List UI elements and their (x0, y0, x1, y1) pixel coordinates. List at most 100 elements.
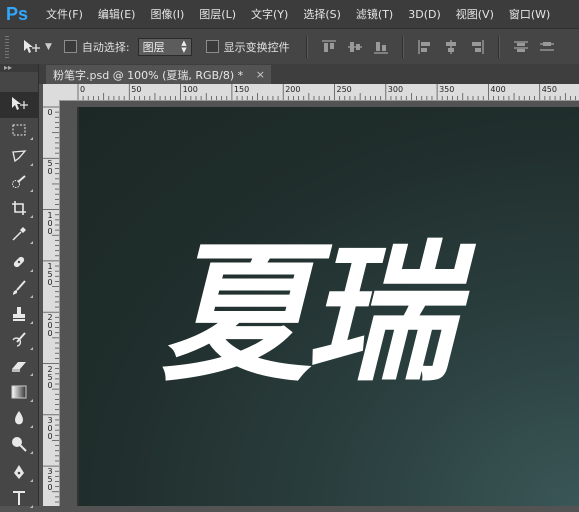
menu-filter[interactable]: 滤镜(T) (356, 6, 393, 22)
document-tab[interactable]: 粉笔字.psd @ 100% (夏瑞, RGB/8) * × (46, 65, 271, 84)
move-tool-preset-icon[interactable] (21, 38, 41, 56)
menu-layer[interactable]: 图层(L) (199, 6, 236, 22)
tool-pen[interactable] (0, 460, 38, 486)
tool-eraser[interactable] (0, 354, 38, 380)
align-left-icon[interactable] (418, 39, 432, 54)
ruler-label: 300 (387, 85, 404, 94)
tool-crop[interactable] (0, 196, 38, 222)
tool-lasso[interactable] (0, 144, 38, 170)
ruler-corner[interactable] (43, 84, 60, 101)
brush-icon (11, 279, 27, 299)
menu-image[interactable]: 图像(I) (150, 6, 184, 22)
menu-3d[interactable]: 3D(D) (408, 8, 441, 21)
tool-eyedropper[interactable] (0, 222, 38, 248)
dodge-icon (11, 436, 27, 455)
tools-panel-header[interactable]: ▸▸ (0, 64, 38, 72)
menu-type[interactable]: 文字(Y) (251, 6, 288, 22)
submenu-triangle (30, 241, 33, 244)
submenu-triangle (30, 137, 33, 140)
close-icon[interactable]: × (256, 68, 265, 81)
show-transform-checkbox[interactable] (205, 40, 219, 53)
move-tool-icon (10, 96, 28, 115)
submenu-triangle (30, 425, 33, 428)
distribute-top-icon[interactable] (513, 40, 528, 54)
tool-preset-caret-icon[interactable]: ▼ (45, 42, 52, 52)
options-separator (401, 35, 404, 58)
options-grip[interactable] (5, 35, 9, 58)
align-hcenter-icon[interactable] (444, 39, 458, 54)
tool-stamp[interactable] (0, 302, 38, 328)
options-separator (305, 35, 308, 58)
submenu-triangle (30, 269, 33, 272)
ruler-label: 400 (490, 85, 506, 94)
ruler-label: 350 (47, 467, 53, 493)
ruler-label: 50 (47, 159, 53, 177)
ruler-label: 300 (47, 415, 53, 441)
tool-dodge[interactable] (0, 432, 38, 458)
ruler-label: 0 (47, 108, 53, 117)
submenu-triangle (30, 347, 33, 350)
tool-move[interactable] (0, 92, 38, 118)
ruler-label: 150 (47, 261, 53, 287)
menu-bar: Ps 文件(F) 编辑(E) 图像(I) 图层(L) 文字(Y) 选择(S) 滤… (0, 0, 579, 28)
auto-select-dropdown[interactable]: 图层 ▲ ▼ (137, 37, 192, 56)
tool-blur[interactable] (0, 406, 38, 432)
pen-icon (11, 464, 27, 483)
lasso-icon (11, 149, 27, 166)
canvas-edge (77, 107, 79, 506)
ruler-label: 350 (439, 85, 455, 94)
vertical-ruler[interactable]: 0 50 100 150 200 250 300 350 (43, 100, 60, 506)
gradient-icon (11, 385, 27, 402)
align-right-icon[interactable] (470, 39, 484, 54)
align-top-icon[interactable] (321, 40, 336, 54)
ruler-label: 100 (47, 210, 53, 236)
menu-view[interactable]: 视图(V) (456, 6, 494, 22)
ruler-label: 100 (182, 85, 198, 94)
menu-edit[interactable]: 编辑(E) (98, 6, 136, 22)
eyedropper-icon (11, 226, 27, 245)
eraser-icon (11, 359, 27, 376)
marquee-icon (12, 124, 26, 139)
blur-icon (12, 410, 26, 429)
tool-type[interactable] (0, 486, 38, 512)
show-transform-label: 显示变换控件 (223, 40, 290, 54)
distribute-vcenter-icon[interactable] (539, 40, 554, 54)
history-brush-icon (11, 331, 27, 351)
auto-select-checkbox[interactable] (63, 40, 77, 53)
tool-healing[interactable] (0, 250, 38, 276)
ruler-label: 150 (233, 85, 250, 94)
tools-panel: ▸▸ (0, 64, 39, 508)
tool-quick-select[interactable] (0, 170, 38, 196)
submenu-triangle (30, 505, 33, 508)
ruler-label: 200 (285, 85, 301, 94)
submenu-triangle (30, 163, 33, 166)
submenu-triangle (30, 189, 33, 192)
menu-file[interactable]: 文件(F) (46, 6, 83, 22)
dropdown-arrows-icon: ▲ ▼ (181, 38, 187, 54)
submenu-triangle (30, 321, 33, 324)
align-bottom-icon[interactable] (373, 40, 388, 54)
ruler-label: 50 (131, 85, 142, 94)
quick-select-icon (11, 174, 27, 192)
tool-gradient[interactable] (0, 380, 38, 406)
horizontal-ruler[interactable]: 0 50 100 150 200 250 300 350 400 450 (59, 84, 579, 101)
canvas-text-layer[interactable]: 夏瑞 (161, 225, 461, 405)
document-tab-title: 粉笔字.psd @ 100% (夏瑞, RGB/8) * (53, 68, 244, 82)
document-area: 粉笔字.psd @ 100% (夏瑞, RGB/8) * × 0 50 100 150… (39, 64, 579, 506)
submenu-triangle (30, 295, 33, 298)
tool-marquee[interactable] (0, 118, 38, 144)
ruler-label: 250 (47, 364, 53, 390)
photoshop-logo: Ps (6, 3, 29, 24)
tool-brush[interactable] (0, 276, 38, 302)
submenu-triangle (30, 479, 33, 482)
align-vcenter-icon[interactable] (347, 40, 362, 54)
crop-icon (11, 200, 27, 219)
ruler-label: 250 (336, 85, 352, 94)
stamp-icon (11, 306, 27, 325)
menu-window[interactable]: 窗口(W) (509, 6, 550, 22)
auto-select-label: 自动选择: (81, 40, 130, 54)
tool-history-brush[interactable] (0, 328, 38, 354)
menu-select[interactable]: 选择(S) (303, 6, 341, 22)
document-canvas[interactable]: 夏瑞 (77, 107, 579, 506)
ruler-label: 450 (541, 85, 557, 94)
